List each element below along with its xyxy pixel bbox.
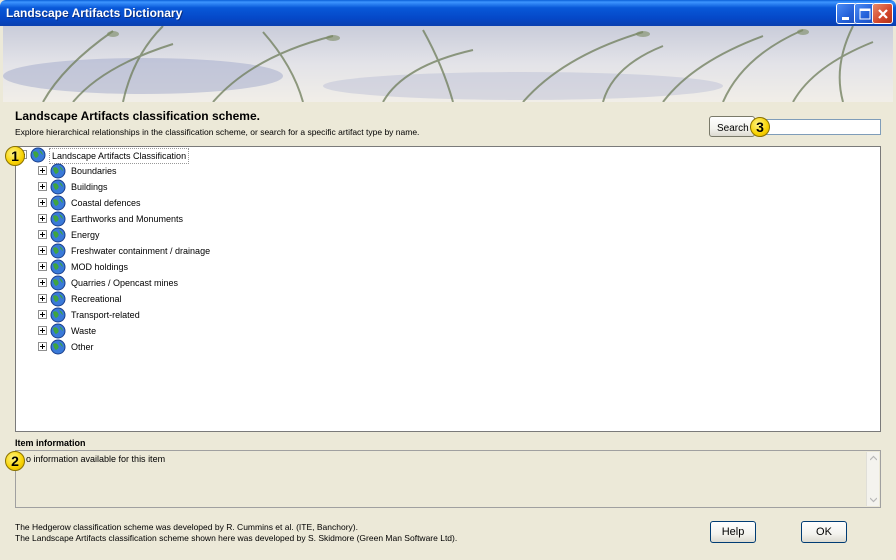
tree-item-label: Waste — [71, 326, 97, 336]
expand-icon[interactable] — [38, 246, 47, 255]
scroll-down-icon[interactable] — [870, 496, 877, 503]
ok-button[interactable]: OK — [801, 521, 847, 543]
expand-icon[interactable] — [38, 326, 47, 335]
globe-icon — [50, 227, 66, 243]
globe-icon — [50, 179, 66, 195]
page-title: Landscape Artifacts classification schem… — [15, 109, 260, 123]
expand-icon[interactable] — [38, 262, 47, 271]
search-button[interactable]: Search — [709, 116, 755, 137]
grass-banner-image — [3, 26, 893, 102]
expand-icon[interactable] — [38, 294, 47, 303]
expand-icon[interactable] — [38, 214, 47, 223]
tree-item-label: Recreational — [71, 294, 122, 304]
callout-3: 3 — [750, 117, 770, 137]
tree-item-label: Earthworks and Monuments — [71, 214, 184, 224]
tree-item-label: Buildings — [71, 182, 108, 192]
item-info-label: Item information — [15, 438, 86, 448]
tree-item-label: Other — [71, 342, 94, 352]
tree-item-label: Boundaries — [71, 166, 117, 176]
globe-icon — [50, 195, 66, 211]
globe-icon — [50, 307, 66, 323]
credit-line-1: The Hedgerow classification scheme was d… — [15, 522, 358, 532]
tree-item-label: Transport-related — [71, 310, 140, 320]
close-button[interactable] — [872, 3, 893, 24]
globe-icon — [50, 275, 66, 291]
expand-icon[interactable] — [38, 182, 47, 191]
expand-icon[interactable] — [38, 342, 47, 351]
globe-icon — [50, 259, 66, 275]
globe-icon — [50, 211, 66, 227]
globe-icon — [50, 243, 66, 259]
credit-line-2: The Landscape Artifacts classification s… — [15, 533, 458, 543]
expand-icon[interactable] — [38, 310, 47, 319]
item-info-textbox[interactable]: o information available for this item — [15, 450, 881, 508]
globe-icon — [50, 291, 66, 307]
classification-tree[interactable]: Landscape Artifacts Classification Bound… — [15, 146, 881, 432]
scroll-up-icon[interactable] — [870, 455, 877, 462]
close-icon — [878, 9, 888, 19]
callout-1: 1 — [5, 146, 25, 166]
item-info-text: o information available for this item — [26, 454, 166, 464]
expand-icon[interactable] — [38, 230, 47, 239]
page-subtitle: Explore hierarchical relationships in th… — [15, 127, 420, 137]
title-bar[interactable]: Landscape Artifacts Dictionary — [0, 0, 896, 26]
globe-icon — [50, 339, 66, 355]
globe-icon — [30, 147, 46, 163]
tree-item-label: MOD holdings — [71, 262, 129, 272]
help-button[interactable]: Help — [710, 521, 756, 543]
globe-icon — [50, 163, 66, 179]
tree-item-label: Energy — [71, 230, 100, 240]
tree-item-label: Coastal defences — [71, 198, 141, 208]
callout-2: 2 — [5, 451, 25, 471]
header-banner — [3, 26, 893, 102]
expand-icon[interactable] — [38, 198, 47, 207]
expand-icon[interactable] — [38, 278, 47, 287]
globe-icon — [50, 323, 66, 339]
window-title: Landscape Artifacts Dictionary — [6, 6, 183, 20]
expand-icon[interactable] — [38, 166, 47, 175]
tree-item-label: Quarries / Opencast mines — [71, 278, 179, 288]
tree-item-label: Freshwater containment / drainage — [71, 246, 211, 256]
item-info-scrollbar[interactable] — [866, 452, 879, 506]
search-input[interactable] — [755, 119, 881, 135]
tree-root-label: Landscape Artifacts Classification — [49, 148, 190, 164]
